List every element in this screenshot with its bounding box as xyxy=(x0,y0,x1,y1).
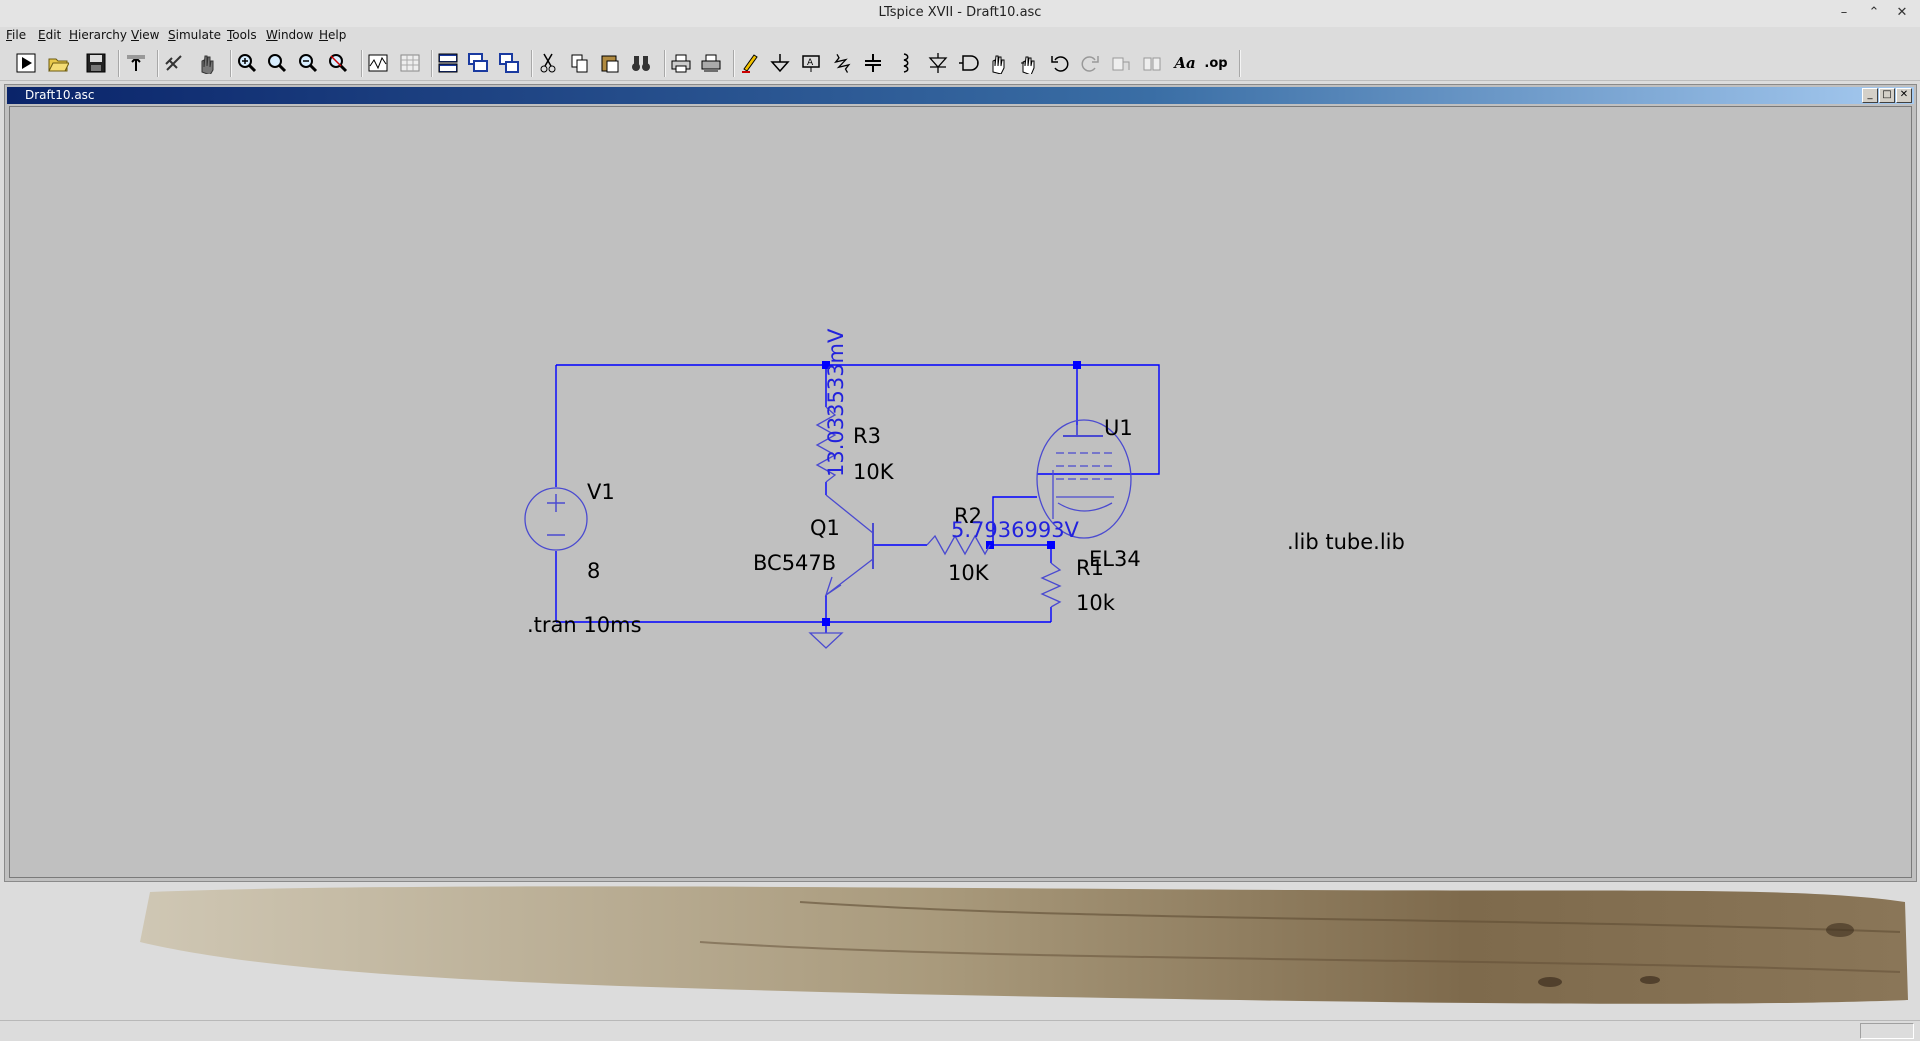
v1-voltage-source xyxy=(524,487,588,551)
r1-value: 10k xyxy=(1076,591,1116,615)
cut-icon[interactable] xyxy=(535,51,561,75)
save-icon[interactable] xyxy=(83,51,109,75)
r1-resistor xyxy=(1040,562,1062,608)
title-bar: LTspice XVII - Draft10.asc – ⌃ ✕ xyxy=(0,0,1920,28)
menu-simulate[interactable]: Simulate xyxy=(168,28,221,42)
component-icon[interactable] xyxy=(955,51,981,75)
menu-view[interactable]: View xyxy=(131,28,159,42)
autorange-icon[interactable] xyxy=(365,51,391,75)
toolbar-separator xyxy=(1239,50,1241,77)
print-setup-icon[interactable] xyxy=(698,51,724,75)
document-title: Draft10.asc xyxy=(25,88,95,102)
grid-icon[interactable] xyxy=(397,51,423,75)
label-net-icon[interactable]: A xyxy=(798,51,824,75)
schematic-window: Draft10.asc _ □ ✕ V1 8 R3 10K Q1 BC547B … xyxy=(4,84,1917,882)
u1-label: U1 xyxy=(1104,416,1133,440)
toolbar-separator xyxy=(118,50,120,77)
desktop-background xyxy=(0,882,1920,1020)
pan-hand-icon[interactable] xyxy=(193,51,219,75)
close-button[interactable]: ✕ xyxy=(1888,2,1916,24)
lib-directive[interactable]: .lib tube.lib xyxy=(1287,530,1405,554)
run-icon[interactable] xyxy=(13,51,39,75)
drag-hand-icon[interactable] xyxy=(1016,51,1042,75)
toolbar-separator xyxy=(664,50,666,77)
redo-icon[interactable] xyxy=(1077,51,1103,75)
ground-symbol xyxy=(808,632,844,649)
status-field xyxy=(1860,1023,1914,1039)
r2-value: 10K xyxy=(948,561,990,585)
wires xyxy=(555,364,1160,633)
doc-close-button[interactable]: ✕ xyxy=(1896,88,1912,103)
spice-directive-icon[interactable]: .op xyxy=(1203,51,1229,75)
menu-hierarchy[interactable]: Hierarchy xyxy=(69,28,127,42)
probe-voltage-r2: 5.7936993V xyxy=(951,518,1080,542)
open-folder-icon[interactable] xyxy=(45,51,71,75)
r3-label: R3 xyxy=(853,424,881,448)
minimize-button[interactable]: – xyxy=(1830,2,1858,24)
toolbar-separator xyxy=(431,50,433,77)
r3-value: 10K xyxy=(853,460,895,484)
text-icon[interactable]: Aa xyxy=(1172,51,1198,75)
tile-vertical-icon[interactable] xyxy=(496,51,522,75)
undo-icon[interactable] xyxy=(1047,51,1073,75)
toolbar-separator xyxy=(157,50,159,77)
junctions xyxy=(822,361,1081,626)
move-hand-icon[interactable] xyxy=(985,51,1011,75)
inductor-icon[interactable] xyxy=(892,51,918,75)
tran-directive[interactable]: .tran 10ms xyxy=(527,613,642,637)
probe-voltage-r3: 13.033533mV xyxy=(824,328,848,477)
maximize-button[interactable]: ⌃ xyxy=(1860,2,1888,24)
toolbar-separator xyxy=(733,50,735,77)
junction-dot xyxy=(1073,361,1081,369)
v1-value: 8 xyxy=(587,559,600,583)
q1-label: Q1 xyxy=(810,516,840,540)
cascade-icon[interactable] xyxy=(465,51,491,75)
control-panel-icon[interactable] xyxy=(123,51,149,75)
junction-dot xyxy=(1047,541,1055,549)
svg-text:A: A xyxy=(807,58,814,68)
doc-maximize-button[interactable]: □ xyxy=(1879,88,1895,103)
toolbar-separator xyxy=(361,50,363,77)
menu-file[interactable]: File xyxy=(6,28,26,42)
diode-icon[interactable] xyxy=(925,51,951,75)
draw-wire-pencil-icon[interactable] xyxy=(737,51,763,75)
window-title: LTspice XVII - Draft10.asc xyxy=(878,5,1042,20)
q1-model: BC547B xyxy=(753,551,836,575)
mirror-icon[interactable] xyxy=(1139,51,1165,75)
toolbar: A Aa .op xyxy=(0,45,1920,81)
status-bar xyxy=(0,1020,1920,1041)
schematic-drawing[interactable]: V1 8 R3 10K Q1 BC547B R2 10K R1 10k U1 E… xyxy=(10,107,1911,877)
zoom-pan-icon[interactable] xyxy=(264,51,290,75)
halt-icon[interactable] xyxy=(161,51,187,75)
menu-tools[interactable]: Tools xyxy=(227,28,257,42)
zoom-in-icon[interactable] xyxy=(234,51,260,75)
wallpaper-image xyxy=(0,882,1920,1020)
document-title-bar: Draft10.asc _ □ ✕ xyxy=(7,87,1914,104)
menu-help[interactable]: Help xyxy=(319,28,346,42)
zoom-fit-icon[interactable] xyxy=(325,51,351,75)
doc-minimize-button[interactable]: _ xyxy=(1862,88,1878,103)
resistor-icon[interactable] xyxy=(829,51,855,75)
print-icon[interactable] xyxy=(668,51,694,75)
wire-top-loop xyxy=(556,364,1160,475)
menu-edit[interactable]: Edit xyxy=(38,28,61,42)
q1-transistor xyxy=(824,494,874,597)
paste-icon[interactable] xyxy=(597,51,623,75)
toolbar-separator xyxy=(230,50,232,77)
junction-dot xyxy=(822,618,830,626)
copy-icon[interactable] xyxy=(567,51,593,75)
zoom-out-icon[interactable] xyxy=(295,51,321,75)
menu-window[interactable]: Window xyxy=(266,28,313,42)
u1-model: EL34 xyxy=(1089,547,1141,571)
ground-icon[interactable] xyxy=(767,51,793,75)
v1-label: V1 xyxy=(587,480,615,504)
rotate-icon[interactable] xyxy=(1108,51,1134,75)
toolbar-separator xyxy=(531,50,533,77)
schematic-canvas[interactable]: V1 8 R3 10K Q1 BC547B R2 10K R1 10k U1 E… xyxy=(9,106,1912,878)
menu-bar: File Edit Hierarchy View Simulate Tools … xyxy=(0,27,1920,45)
capacitor-icon[interactable] xyxy=(860,51,886,75)
find-binoculars-icon[interactable] xyxy=(628,51,654,75)
tile-horizontal-icon[interactable] xyxy=(435,51,461,75)
